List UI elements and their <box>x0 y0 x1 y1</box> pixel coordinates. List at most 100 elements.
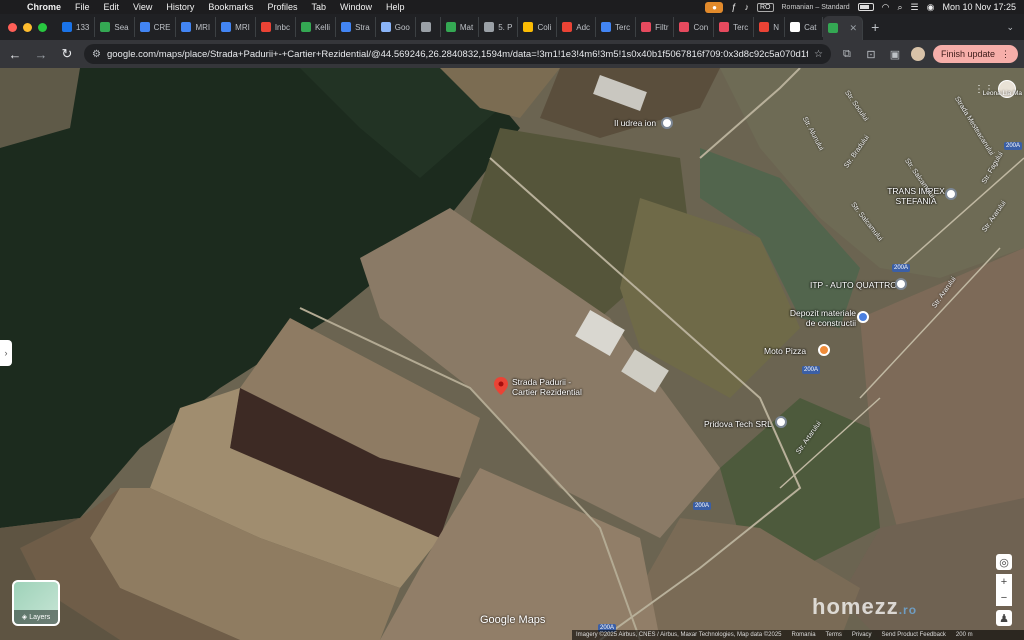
siri-icon[interactable]: ◉ <box>927 2 935 13</box>
menu-edit[interactable]: Edit <box>97 2 127 12</box>
browser-tab[interactable]: Coli <box>518 17 558 37</box>
clock[interactable]: Mon 10 Nov 17:25 <box>942 2 1016 12</box>
media-icon[interactable]: ▣ <box>887 48 903 61</box>
browser-tab[interactable]: 5. P <box>479 17 519 37</box>
poi-marker-icon[interactable] <box>895 278 907 290</box>
menu-help[interactable]: Help <box>379 2 412 12</box>
tab-label: Filtr <box>655 22 669 32</box>
zoom-window-button[interactable] <box>38 22 47 32</box>
tab-strip: 133 Sea CRE MRI MRI Inbc Kelli Stra Goo Mat 5. P Co… <box>0 14 1024 40</box>
satellite-imagery[interactable] <box>0 68 1024 640</box>
new-tab-button[interactable]: + <box>863 19 887 35</box>
keyboard-layout: Romanian – Standard <box>781 3 850 11</box>
reading-list-icon[interactable]: ⊡ <box>863 48 879 61</box>
poi-label-moto-pizza[interactable]: Moto Pizza <box>764 346 806 356</box>
menu-tab[interactable]: Tab <box>304 2 333 12</box>
browser-tab[interactable]: Goo <box>376 17 416 37</box>
browser-tab[interactable]: Cat <box>785 17 823 37</box>
browser-tab[interactable]: Mat <box>441 17 480 37</box>
poi-label-itp[interactable]: ITP - AUTO QUATTRO <box>810 280 897 290</box>
menubar-status: ● ƒ ♪ RO Romanian – Standard ◠ ⌕ ☰ ◉ Mon… <box>705 1 1024 13</box>
browser-tab[interactable]: Kelli <box>296 17 337 37</box>
restaurant-icon[interactable] <box>818 344 830 356</box>
shopping-bag-icon[interactable] <box>857 311 869 323</box>
reload-button[interactable]: ↻ <box>58 46 76 62</box>
browser-tab[interactable]: Adc <box>557 17 597 37</box>
feedback-link[interactable]: Send Product Feedback <box>882 632 946 638</box>
address-bar[interactable]: ⚙ google.com/maps/place/Strada+Padurii+-… <box>84 44 831 64</box>
google-maps-logo: Google Maps <box>480 614 546 626</box>
site-info-icon[interactable]: ⚙ <box>92 49 101 60</box>
menu-window[interactable]: Window <box>333 2 379 12</box>
tab-favicon-icon <box>300 22 311 32</box>
tab-label: Sea <box>114 22 129 32</box>
scale-bar[interactable]: 200 m <box>956 632 973 638</box>
input-language-badge[interactable]: RO <box>757 2 774 12</box>
poi-label-depozit[interactable]: Depozit materiale de constructii <box>786 308 856 328</box>
poi-marker-icon[interactable] <box>661 117 673 129</box>
browser-tab[interactable]: N <box>754 17 786 37</box>
poi-label-udrea[interactable]: Il udrea ion <box>614 118 656 128</box>
browser-tab[interactable]: ✕ <box>822 16 864 40</box>
microphone-icon[interactable]: ● <box>705 1 724 13</box>
poi-label-trans-impex[interactable]: TRANS IMPEX STEFANIA <box>886 186 946 206</box>
tab-favicon-icon <box>100 22 111 32</box>
script-icon[interactable]: ƒ <box>731 2 736 12</box>
control-center-icon[interactable]: ☰ <box>911 2 919 13</box>
search-icon[interactable]: ⌕ <box>897 2 902 13</box>
zoom-in-button[interactable]: + <box>996 574 1012 590</box>
minimize-window-button[interactable] <box>23 22 32 32</box>
poi-marker-icon[interactable] <box>775 416 787 428</box>
terms-link[interactable]: Terms <box>826 632 842 638</box>
location-pin-icon[interactable] <box>494 377 508 395</box>
close-window-button[interactable] <box>8 22 17 32</box>
extensions-icon[interactable]: ⧉ <box>839 48 855 61</box>
bookmark-star-icon[interactable]: ☆ <box>814 49 823 60</box>
poi-marker-icon[interactable] <box>945 188 957 200</box>
forward-button[interactable]: → <box>32 47 50 62</box>
browser-tab[interactable]: Sea <box>95 17 135 37</box>
menu-profiles[interactable]: Profiles <box>260 2 304 12</box>
layers-button[interactable]: ◈ Layers <box>12 580 60 626</box>
browser-tab[interactable]: Stra <box>336 17 376 37</box>
browser-tab[interactable] <box>416 17 441 37</box>
menu-app[interactable]: Chrome <box>20 2 68 12</box>
finish-update-button[interactable]: Finish update ⋮ <box>932 45 1018 63</box>
country-link[interactable]: Romania <box>792 632 816 638</box>
map-viewport[interactable]: › Strada Padurii - Cartier Rezidential I… <box>0 68 1024 640</box>
privacy-link[interactable]: Privacy <box>852 632 872 638</box>
battery-icon[interactable] <box>857 3 874 11</box>
tab-label: Inbc <box>274 22 290 32</box>
tab-label: Kelli <box>314 22 331 32</box>
close-tab-icon[interactable]: ✕ <box>850 23 858 34</box>
tab-favicon-icon <box>62 22 72 32</box>
browser-tab[interactable]: Filtr <box>636 17 675 37</box>
route-shield: 200A <box>1004 142 1023 150</box>
browser-tab[interactable]: 133 <box>57 17 96 37</box>
tab-search-icon[interactable]: ⌄ <box>1006 22 1014 33</box>
browser-tab[interactable]: MRI <box>176 17 217 37</box>
pegman-icon[interactable]: ♟ <box>996 610 1012 626</box>
browser-tab[interactable]: Inbc <box>256 17 296 37</box>
tab-label: N <box>773 22 780 32</box>
browser-tab[interactable]: Terc <box>596 17 637 37</box>
music-icon[interactable]: ♪ <box>745 2 750 12</box>
url-text[interactable]: google.com/maps/place/Strada+Padurii+-+C… <box>107 49 808 60</box>
profile-avatar[interactable] <box>910 47 925 61</box>
my-location-icon[interactable]: ◎ <box>996 554 1012 570</box>
wifi-icon[interactable]: ◠ <box>882 2 890 13</box>
menu-file[interactable]: File <box>68 2 97 12</box>
browser-tab[interactable]: MRI <box>216 17 256 37</box>
pin-label[interactable]: Strada Padurii - Cartier Rezidential <box>512 377 592 397</box>
poi-label-pridova[interactable]: Pridova Tech SRL <box>704 419 772 429</box>
back-button[interactable]: ← <box>6 47 24 62</box>
zoom-out-button[interactable]: − <box>996 590 1012 606</box>
expand-side-panel-button[interactable]: › <box>0 340 12 366</box>
menu-view[interactable]: View <box>126 2 159 12</box>
browser-tab[interactable]: Terc <box>714 17 755 37</box>
menu-history[interactable]: History <box>159 2 201 12</box>
layers-icon: ◈ <box>21 614 28 621</box>
menu-bookmarks[interactable]: Bookmarks <box>201 2 260 12</box>
browser-tab[interactable]: CRE <box>135 17 177 37</box>
browser-tab[interactable]: Con <box>674 17 715 37</box>
